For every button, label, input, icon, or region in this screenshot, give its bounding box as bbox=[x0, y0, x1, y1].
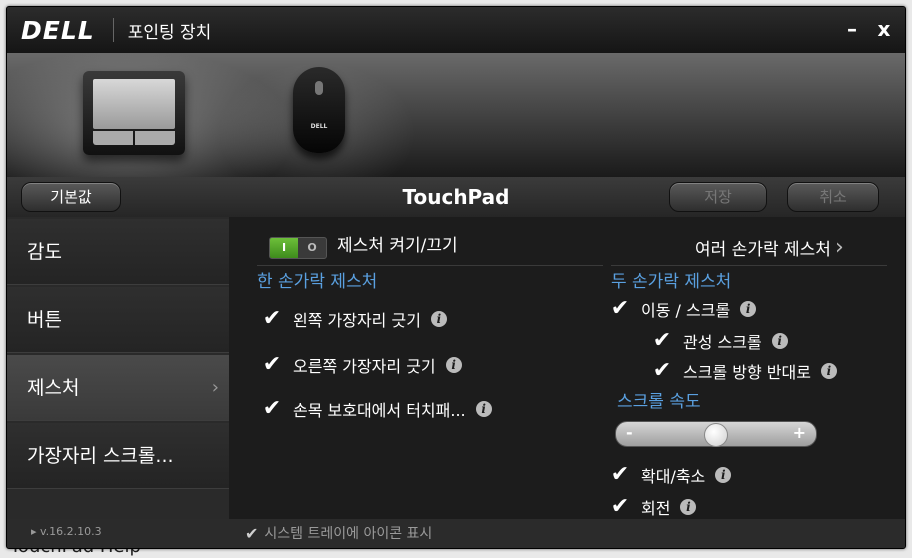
option-label: 회전 bbox=[641, 499, 671, 518]
gesture-toggle-label: 제스처 켜기/끄기 bbox=[337, 236, 458, 256]
sidebar-item-edge-scroll[interactable]: 가장자리 스크롤... bbox=[7, 423, 229, 489]
dell-logo: DELL bbox=[21, 15, 95, 45]
slider-thumb[interactable] bbox=[704, 423, 728, 447]
option-label: 손목 보호대에서 터치패... bbox=[293, 401, 466, 420]
checkbox-checked-icon[interactable]: ✔ bbox=[609, 464, 631, 486]
close-button[interactable]: x bbox=[875, 15, 893, 43]
slider-minus-label: - bbox=[626, 423, 633, 442]
option-label: 관성 스크롤 bbox=[683, 333, 762, 352]
sidebar-item-gestures[interactable]: 제스처 › bbox=[7, 355, 229, 421]
touchpad-device-icon[interactable] bbox=[83, 71, 185, 155]
option-label: 이동 / 스크롤 bbox=[641, 301, 731, 320]
palm-rest-touch-option[interactable]: ✔ 손목 보호대에서 터치패... i bbox=[261, 397, 492, 421]
two-finger-gestures-title: 두 손가락 제스처 bbox=[611, 272, 732, 292]
option-label: 확대/축소 bbox=[641, 467, 706, 486]
toggle-off-indicator: O bbox=[307, 241, 317, 254]
toolbar: 기본값 TouchPad 저장 취소 bbox=[7, 177, 905, 217]
info-icon[interactable]: i bbox=[680, 499, 697, 515]
title-separator bbox=[112, 18, 114, 42]
save-button[interactable]: 저장 bbox=[669, 182, 767, 212]
checkbox-checked-icon[interactable]: ✔ bbox=[609, 496, 631, 518]
checkbox-checked-icon[interactable]: ✔ bbox=[245, 524, 258, 543]
chevron-right-icon: › bbox=[834, 235, 844, 260]
touchpad-right-button bbox=[135, 131, 175, 145]
checkbox-checked-icon[interactable]: ✔ bbox=[261, 398, 283, 420]
sidebar-item-sensitivity[interactable]: 감도 bbox=[7, 219, 229, 285]
checkbox-checked-icon[interactable]: ✔ bbox=[651, 360, 673, 382]
checkbox-checked-icon[interactable]: ✔ bbox=[609, 298, 631, 320]
divider bbox=[611, 265, 887, 266]
sidebar-item-label: 버튼 bbox=[27, 309, 62, 331]
info-icon[interactable]: i bbox=[740, 301, 757, 317]
gesture-panel: I O 제스처 켜기/끄기 여러 손가락 제스처 › 한 손가락 제스처 ✔ 왼… bbox=[229, 217, 905, 519]
show-tray-icon-option[interactable]: ✔ 시스템 트레이에 아이콘 표시 bbox=[245, 523, 432, 543]
window-controls: – x bbox=[843, 15, 893, 43]
multi-finger-gestures-link[interactable]: 여러 손가락 제스처 › bbox=[695, 235, 844, 260]
info-icon[interactable]: i bbox=[430, 311, 447, 327]
device-banner: DELL bbox=[7, 53, 905, 177]
info-icon[interactable]: i bbox=[820, 363, 837, 379]
inertial-scroll-option[interactable]: ✔ 관성 스크롤 i bbox=[651, 329, 788, 353]
right-edge-swipe-option[interactable]: ✔ 오른쪽 가장자리 긋기 i bbox=[261, 353, 462, 377]
one-finger-gestures-title: 한 손가락 제스처 bbox=[257, 272, 378, 292]
sidebar: 감도 버튼 제스처 › 가장자리 스크롤... bbox=[7, 217, 229, 519]
option-label: 스크롤 방향 반대로 bbox=[683, 363, 811, 382]
scroll-speed-slider[interactable]: - + bbox=[615, 421, 817, 447]
touchpad-surface bbox=[93, 79, 175, 129]
touchpad-left-button bbox=[93, 131, 133, 145]
multi-finger-link-label: 여러 손가락 제스처 bbox=[695, 240, 831, 260]
sidebar-item-label: 제스처 bbox=[27, 377, 80, 399]
pan-scroll-option[interactable]: ✔ 이동 / 스크롤 i bbox=[609, 297, 757, 321]
info-icon[interactable]: i bbox=[771, 333, 788, 349]
mouse-brand: DELL bbox=[310, 123, 328, 130]
slider-plus-label: + bbox=[792, 423, 806, 442]
reverse-scroll-direction-option[interactable]: ✔ 스크롤 방향 반대로 i bbox=[651, 359, 837, 383]
sidebar-item-label: 감도 bbox=[27, 241, 62, 263]
pointing-device-window: DELL 포인팅 장치 – x DELL 기본값 TouchPad 저장 취소 … bbox=[6, 6, 906, 549]
device-title: TouchPad bbox=[402, 185, 510, 209]
sidebar-item-buttons[interactable]: 버튼 bbox=[7, 287, 229, 353]
sidebar-item-label: 가장자리 스크롤... bbox=[27, 445, 174, 467]
chevron-right-icon: › bbox=[211, 377, 219, 398]
option-label: 왼쪽 가장자리 긋기 bbox=[293, 311, 421, 330]
gesture-toggle-label-row: 제스처 켜기/끄기 bbox=[337, 231, 458, 256]
rotate-option[interactable]: ✔ 회전 i bbox=[609, 495, 697, 519]
cancel-button[interactable]: 취소 bbox=[787, 182, 879, 212]
title-bar: DELL 포인팅 장치 – x bbox=[7, 7, 905, 53]
info-icon[interactable]: i bbox=[475, 401, 492, 417]
footer: ▸ v.16.2.10.3 ✔ 시스템 트레이에 아이콘 표시 bbox=[7, 519, 905, 548]
minimize-button[interactable]: – bbox=[843, 15, 861, 43]
mouse-device-icon[interactable]: DELL bbox=[293, 67, 345, 153]
checkbox-checked-icon[interactable]: ✔ bbox=[261, 354, 283, 376]
tray-label: 시스템 트레이에 아이콘 표시 bbox=[264, 526, 433, 542]
version-label[interactable]: ▸ v.16.2.10.3 bbox=[31, 525, 102, 538]
checkbox-checked-icon[interactable]: ✔ bbox=[261, 308, 283, 330]
checkbox-checked-icon[interactable]: ✔ bbox=[651, 330, 673, 352]
option-label: 오른쪽 가장자리 긋기 bbox=[293, 357, 436, 376]
mouse-wheel bbox=[315, 81, 323, 95]
window-title: 포인팅 장치 bbox=[127, 22, 212, 43]
zoom-option[interactable]: ✔ 확대/축소 i bbox=[609, 463, 732, 487]
info-icon[interactable]: i bbox=[445, 357, 462, 373]
scroll-speed-title: 스크롤 속도 bbox=[617, 392, 701, 412]
toggle-on-indicator: I bbox=[270, 238, 298, 258]
info-icon[interactable]: i bbox=[715, 467, 732, 483]
left-edge-swipe-option[interactable]: ✔ 왼쪽 가장자리 긋기 i bbox=[261, 307, 447, 331]
divider bbox=[257, 265, 603, 266]
gesture-toggle[interactable]: I O bbox=[269, 237, 327, 259]
